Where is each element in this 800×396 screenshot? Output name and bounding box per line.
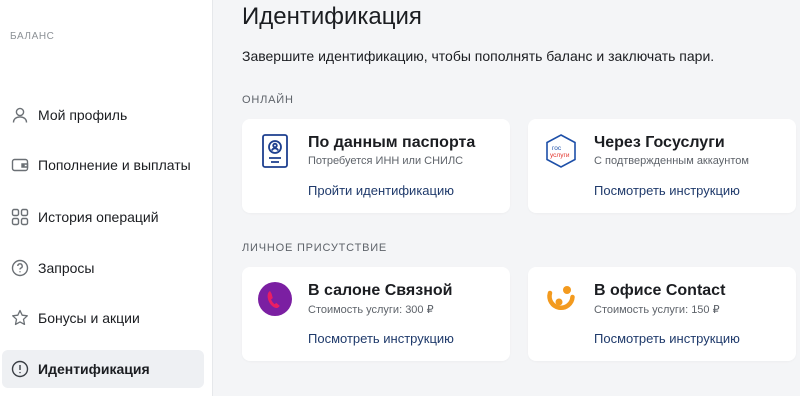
card-gosuslugi[interactable]: гос услуги Через Госуслуги С подтвержден… bbox=[528, 119, 796, 213]
sidebar-item-identification[interactable]: Идентификация bbox=[2, 350, 204, 388]
section-label-in-person: ЛИЧНОЕ ПРИСУТСТВИЕ bbox=[242, 242, 388, 254]
card-link[interactable]: Пройти идентификацию bbox=[308, 183, 454, 198]
main-content: Идентификация Завершите идентификацию, ч… bbox=[214, 0, 800, 396]
gosuslugi-icon-text: услуги bbox=[550, 152, 570, 159]
sidebar-item-history[interactable]: История операций bbox=[2, 198, 204, 236]
sidebar-item-label: История операций bbox=[38, 209, 159, 225]
card-link[interactable]: Посмотреть инструкцию bbox=[308, 331, 454, 346]
card-subtitle: Потребуется ИНН или СНИЛС bbox=[308, 155, 464, 167]
person-icon bbox=[10, 105, 30, 125]
sidebar-item-label: Идентификация bbox=[38, 361, 150, 377]
sidebar-item-label: Пополнение и выплаты bbox=[38, 157, 191, 173]
sidebar: БАЛАНС Мой профиль Пополнение и выплаты … bbox=[0, 0, 213, 396]
card-title: В салоне Связной bbox=[308, 282, 453, 299]
card-svyaznoy[interactable]: В салоне Связной Стоимость услуги: 300 ₽… bbox=[242, 267, 510, 361]
wallet-icon bbox=[10, 155, 30, 175]
section-label-online: ОНЛАЙН bbox=[242, 94, 294, 106]
card-passport[interactable]: По данным паспорта Потребуется ИНН или С… bbox=[242, 119, 510, 213]
card-subtitle: Стоимость услуги: 300 ₽ bbox=[308, 304, 434, 316]
page-title: Идентификация bbox=[242, 3, 422, 30]
sidebar-item-profile[interactable]: Мой профиль bbox=[2, 96, 204, 134]
gosuslugi-icon-text: гос bbox=[552, 145, 562, 152]
sidebar-item-label: Мой профиль bbox=[38, 107, 128, 123]
card-title: По данным паспорта bbox=[308, 134, 476, 151]
sidebar-item-label: Запросы bbox=[38, 260, 95, 276]
question-icon bbox=[10, 258, 30, 278]
gosuslugi-icon: гос услуги bbox=[543, 133, 579, 169]
sidebar-item-payments[interactable]: Пополнение и выплаты bbox=[2, 146, 204, 184]
sidebar-item-label: Бонусы и акции bbox=[38, 310, 140, 326]
grid-icon bbox=[10, 207, 30, 227]
contact-icon bbox=[543, 281, 579, 317]
passport-icon bbox=[257, 133, 293, 169]
star-icon bbox=[10, 308, 30, 328]
sidebar-section-title: БАЛАНС bbox=[10, 31, 55, 42]
card-title: В офисе Contact bbox=[594, 282, 726, 299]
card-contact[interactable]: В офисе Contact Стоимость услуги: 150 ₽ … bbox=[528, 267, 796, 361]
card-link[interactable]: Посмотреть инструкцию bbox=[594, 183, 740, 198]
card-title: Через Госуслуги bbox=[594, 134, 725, 151]
info-icon bbox=[10, 359, 30, 379]
sidebar-item-requests[interactable]: Запросы bbox=[2, 249, 204, 287]
svyaznoy-icon bbox=[257, 281, 293, 317]
card-subtitle: С подтвержденным аккаунтом bbox=[594, 155, 749, 167]
card-subtitle: Стоимость услуги: 150 ₽ bbox=[594, 304, 720, 316]
page-description: Завершите идентификацию, чтобы пополнять… bbox=[242, 48, 715, 64]
sidebar-item-bonuses[interactable]: Бонусы и акции bbox=[2, 299, 204, 337]
card-link[interactable]: Посмотреть инструкцию bbox=[594, 331, 740, 346]
